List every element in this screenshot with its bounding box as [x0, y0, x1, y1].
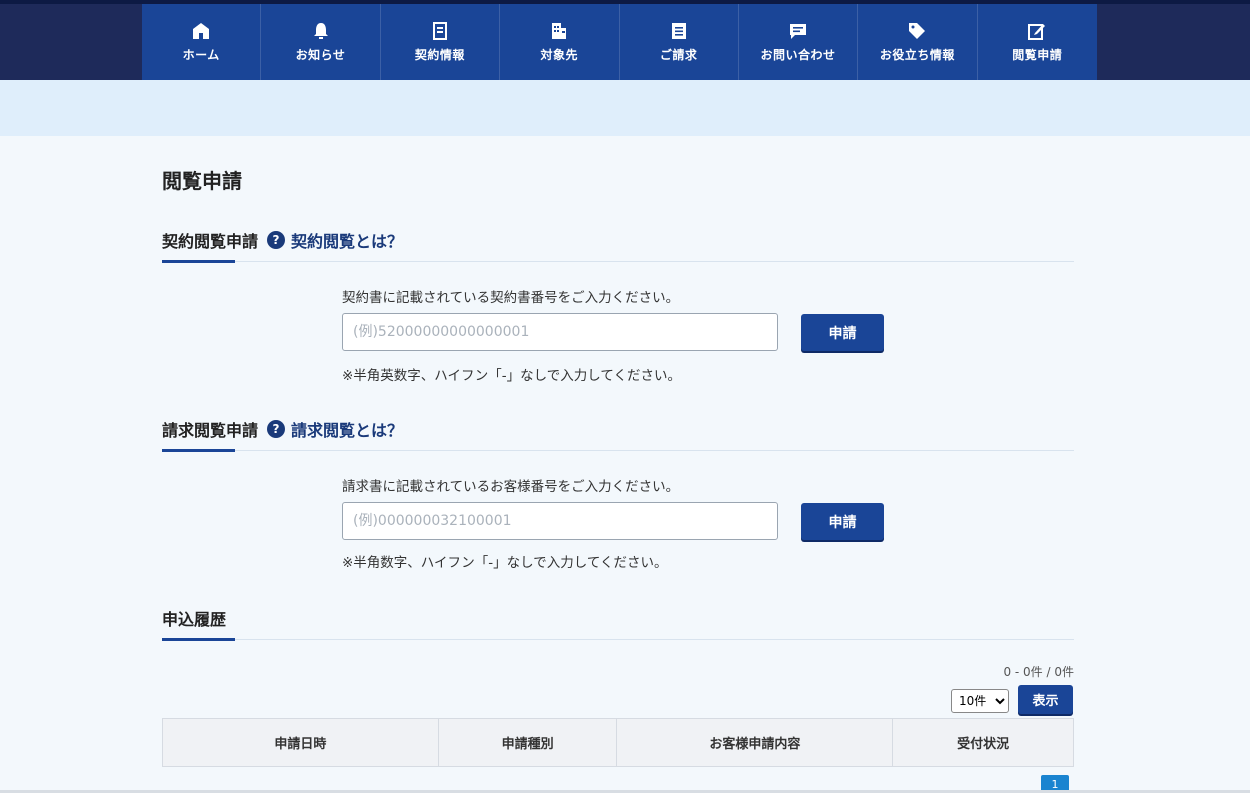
history-table: 申請日時 申請種別 お客様申請内容 受付状況 — [162, 718, 1074, 767]
section-accent-line — [162, 260, 235, 263]
page-title: 閲覧申請 — [162, 169, 242, 193]
section-accent-line — [162, 638, 235, 641]
table-header-row: 申請日時 申請種別 お客様申請内容 受付状況 — [162, 718, 1074, 767]
section-accent-line — [162, 449, 235, 452]
nav-label-contract-info: 契約情報 — [414, 47, 465, 62]
nav-item-contract-info[interactable]: 契約情報 — [381, 4, 501, 80]
invoice-heading: 請求閲覧申請 — [162, 421, 259, 440]
building-icon — [552, 22, 567, 39]
invoice-instruction: 請求書に記載されているお客様番号をご入力ください。 — [342, 479, 680, 495]
contract-section-header: 契約閲覧申請 ? 契約閲覧とは？ — [162, 228, 1074, 263]
main-nav: ホーム お知らせ 契約情報 対象先 ご請求 お問い合わせ お役立ち情報 閲覧申請 — [142, 4, 1097, 80]
nav-item-contact[interactable]: お問い合わせ — [739, 4, 859, 80]
question-icon[interactable]: ? — [267, 420, 286, 438]
result-count: 0 - 0件 / 0件 — [1003, 665, 1074, 679]
tag-icon — [909, 22, 926, 39]
nav-label-targets: 対象先 — [540, 47, 579, 62]
nav-item-useful-info[interactable]: お役立ち情報 — [858, 4, 978, 80]
contract-heading: 契約閲覧申請 — [162, 232, 259, 251]
invoice-apply-button[interactable]: 申請 — [801, 503, 884, 540]
invoice-section-header: 請求閲覧申請 ? 請求閲覧とは？ — [162, 417, 1074, 452]
nav-item-notices[interactable]: お知らせ — [261, 4, 381, 80]
chat-icon — [790, 23, 807, 39]
question-icon[interactable]: ? — [267, 231, 286, 249]
column-header-content[interactable]: お客様申請内容 — [616, 718, 894, 767]
nav-item-home[interactable]: ホーム — [142, 4, 262, 80]
invoice-help-link[interactable]: 請求閲覧とは？ — [291, 417, 403, 441]
per-page-select[interactable]: 10件 — [951, 689, 1009, 713]
invoice-section-title: 請求閲覧申請 ? 請求閲覧とは？ — [162, 417, 403, 441]
contract-apply-button[interactable]: 申請 — [801, 314, 884, 351]
edit-icon — [1028, 23, 1046, 40]
sub-header-band — [0, 80, 1250, 136]
nav-label-view-request: 閲覧申請 — [1012, 47, 1063, 62]
show-button[interactable]: 表示 — [1018, 685, 1073, 714]
nav-label-billing: ご請求 — [659, 47, 698, 62]
contract-number-input[interactable] — [342, 313, 778, 351]
column-header-date[interactable]: 申請日時 — [162, 718, 439, 767]
contract-instruction: 契約書に記載されている契約書番号をご入力ください。 — [342, 290, 680, 306]
nav-label-notices: お知らせ — [295, 47, 346, 62]
column-header-status[interactable]: 受付状況 — [892, 718, 1074, 767]
home-icon — [193, 22, 210, 39]
contract-section-title: 契約閲覧申請 ? 契約閲覧とは？ — [162, 228, 403, 252]
nav-label-home: ホーム — [182, 47, 220, 62]
nav-item-billing[interactable]: ご請求 — [620, 4, 739, 80]
invoice-note: ※半角数字、ハイフン「-」なしで入力してください。 — [342, 555, 668, 571]
contract-help-link[interactable]: 契約閲覧とは？ — [291, 228, 403, 252]
nav-item-view-request[interactable]: 閲覧申請 — [978, 4, 1097, 80]
customer-number-input[interactable] — [342, 502, 778, 540]
contract-note: ※半角英数字、ハイフン「-」なしで入力してください。 — [342, 368, 681, 384]
nav-label-useful-info: お役立ち情報 — [879, 47, 955, 62]
nav-item-targets[interactable]: 対象先 — [500, 4, 620, 80]
history-section-header: 申込履歴 — [162, 606, 1074, 641]
column-header-type[interactable]: 申請種別 — [437, 718, 618, 767]
nav-label-contact: お問い合わせ — [760, 47, 836, 62]
history-section-title: 申込履歴 — [162, 606, 226, 630]
bell-icon — [313, 22, 328, 39]
invoice-icon — [671, 22, 686, 39]
history-heading: 申込履歴 — [162, 610, 227, 629]
document-icon — [432, 21, 447, 40]
